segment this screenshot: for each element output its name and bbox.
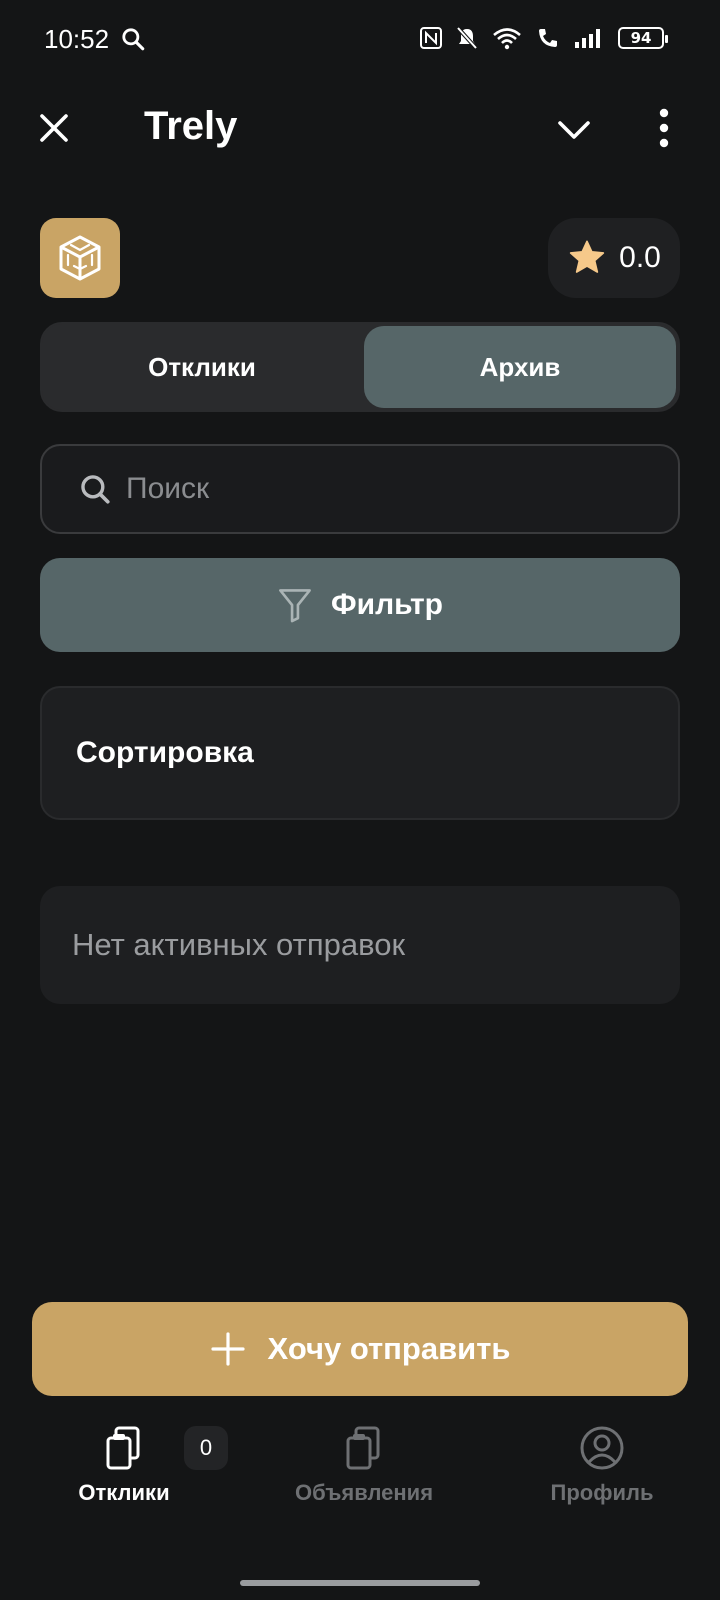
chevron-down-icon[interactable] xyxy=(556,112,592,148)
rating-value: 0.0 xyxy=(619,241,661,274)
rating-badge[interactable]: 0.0 xyxy=(548,218,680,298)
empty-state: Нет активных отправок xyxy=(40,886,680,1004)
tab-archive[interactable]: Архив xyxy=(364,326,676,408)
close-icon[interactable] xyxy=(36,110,72,146)
nav-label: Объявления xyxy=(294,1480,434,1505)
status-icons: 94 xyxy=(420,26,668,50)
tab-responses[interactable]: Отклики xyxy=(46,326,358,408)
wifi-icon xyxy=(493,28,521,50)
cube-logo-icon xyxy=(59,235,101,281)
star-icon xyxy=(569,240,605,273)
cta-label: Хочу отправить xyxy=(267,1331,511,1366)
search-box[interactable] xyxy=(40,444,680,534)
search-input[interactable] xyxy=(126,472,606,506)
clipboards-icon xyxy=(346,1426,380,1470)
more-vertical-icon[interactable] xyxy=(656,108,672,148)
count-badge: 0 xyxy=(184,1426,228,1470)
status-search-icon xyxy=(122,28,145,51)
nfc-icon xyxy=(420,27,442,49)
clipboards-icon xyxy=(106,1426,140,1470)
wifi-call-icon xyxy=(539,29,557,47)
user-circle-icon xyxy=(580,1426,624,1470)
mute-icon xyxy=(456,26,478,50)
app-logo xyxy=(40,218,120,298)
search-icon xyxy=(81,475,110,504)
battery-icon: 94 xyxy=(618,27,668,49)
nav-profile[interactable]: Профиль xyxy=(512,1424,692,1506)
app-title: Trely xyxy=(144,104,238,148)
signal-icon xyxy=(575,29,600,48)
home-indicator[interactable] xyxy=(240,1580,480,1586)
want-to-send-button[interactable]: Хочу отправить xyxy=(32,1302,688,1396)
empty-state-text: Нет активных отправок xyxy=(72,927,406,962)
plus-icon xyxy=(210,1332,245,1366)
nav-label: Отклики xyxy=(78,1480,170,1505)
segmented-tabs: Отклики Архив xyxy=(40,322,680,412)
filter-label: Фильтр xyxy=(331,588,443,621)
nav-ads[interactable]: Объявления xyxy=(274,1424,454,1506)
filter-button[interactable]: Фильтр xyxy=(40,558,680,652)
status-time: 10:52 xyxy=(44,24,110,54)
filter-icon xyxy=(279,589,311,623)
sort-label: Сортировка xyxy=(76,736,254,769)
nav-label: Профиль xyxy=(550,1480,654,1505)
sort-card[interactable]: Сортировка xyxy=(40,686,680,820)
